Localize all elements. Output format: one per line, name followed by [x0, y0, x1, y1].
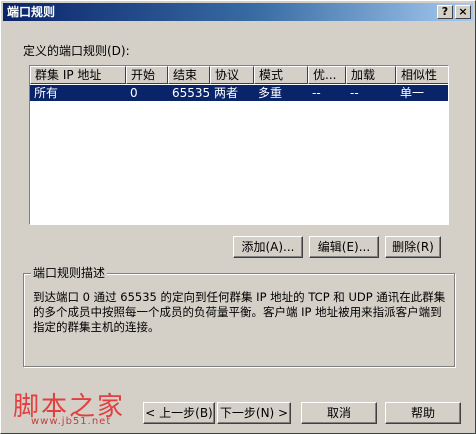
- column-header-mode[interactable]: 模式: [254, 66, 308, 84]
- column-header-end[interactable]: 结束: [168, 66, 210, 84]
- edit-button[interactable]: 编辑(E)...: [309, 236, 379, 258]
- cell-cluster-ip: 所有: [34, 86, 59, 100]
- description-text: 到达端口 0 通过 65535 的定向到任何群集 IP 地址的 TCP 和 UD…: [33, 290, 446, 334]
- next-button[interactable]: 下一步(N) >: [217, 402, 291, 424]
- port-rules-dialog: 端口规则 ? × 定义的端口规则(D): 群集 IP 地址 开始 结束 协议 模…: [0, 0, 476, 434]
- rules-label: 定义的端口规则(D):: [23, 44, 130, 58]
- cancel-button[interactable]: 取消: [301, 402, 377, 424]
- cell-mode: 多重: [258, 86, 283, 100]
- help-button[interactable]: 帮助: [385, 402, 461, 424]
- title-bar[interactable]: 端口规则 ? ×: [3, 3, 473, 21]
- column-header-start[interactable]: 开始: [126, 66, 168, 84]
- port-rules-list[interactable]: 群集 IP 地址 开始 结束 协议 模式 优... 加载 相似性 所有 0 65…: [29, 65, 449, 225]
- description-group-title: 端口规则描述: [31, 266, 108, 280]
- list-header: 群集 IP 地址 开始 结束 协议 模式 优... 加载 相似性: [30, 66, 448, 84]
- cell-end: 65535: [172, 86, 210, 100]
- cell-priority: --: [312, 86, 321, 100]
- column-header-cluster-ip[interactable]: 群集 IP 地址: [30, 66, 126, 84]
- cell-start: 0: [130, 86, 138, 100]
- help-icon[interactable]: ?: [437, 5, 453, 19]
- column-header-priority[interactable]: 优...: [308, 66, 346, 84]
- column-header-affinity[interactable]: 相似性: [396, 66, 448, 84]
- cell-load: --: [350, 86, 359, 100]
- column-header-protocol[interactable]: 协议: [210, 66, 254, 84]
- cell-affinity: 单一: [400, 86, 425, 100]
- column-header-load[interactable]: 加载: [346, 66, 396, 84]
- remove-button[interactable]: 删除(R): [385, 236, 441, 258]
- watermark-url: www.jb51.net: [31, 416, 112, 427]
- close-icon[interactable]: ×: [455, 5, 471, 19]
- cell-protocol: 两者: [214, 86, 239, 100]
- window-title: 端口规则: [7, 5, 56, 19]
- back-button[interactable]: < 上一步(B): [143, 402, 215, 424]
- table-row[interactable]: 所有 0 65535 两者 多重 -- -- 单一: [30, 85, 448, 101]
- add-button[interactable]: 添加(A)...: [233, 236, 303, 258]
